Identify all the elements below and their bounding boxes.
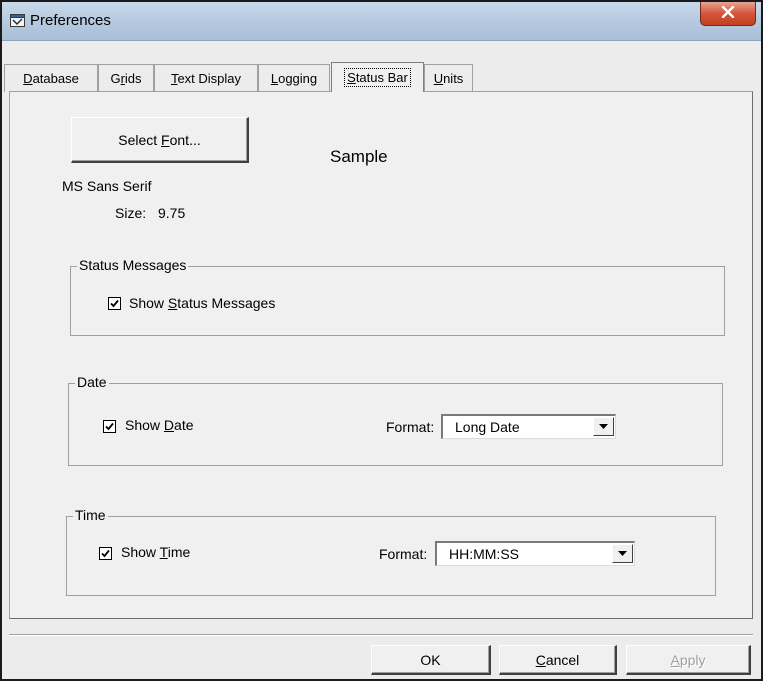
select-font-button[interactable]: Select Font... (71, 117, 249, 163)
font-size-label: Size: (115, 205, 147, 221)
tab-logging[interactable]: Logging (258, 64, 330, 92)
time-legend: Time (73, 507, 108, 523)
dropdown-arrow-icon[interactable] (593, 417, 614, 436)
time-format-dropdown[interactable]: HH:MM:SS (435, 541, 635, 566)
show-time-checkbox[interactable] (99, 547, 112, 560)
footer-separator (9, 634, 753, 636)
tab-text-display[interactable]: Text Display (154, 64, 258, 92)
show-time-label[interactable]: Show Time (121, 544, 190, 560)
show-date-checkbox[interactable] (103, 420, 116, 433)
font-name-label: MS Sans Serif (62, 178, 152, 194)
window-title: Preferences (30, 12, 111, 29)
dropdown-arrow-icon[interactable] (612, 544, 633, 563)
app-icon (10, 14, 25, 27)
font-sample-text: Sample (330, 147, 388, 166)
tab-units[interactable]: Units (424, 64, 473, 92)
tab-status-bar[interactable]: Status Bar (331, 62, 424, 92)
time-format-value: HH:MM:SS (449, 546, 519, 562)
date-format-label: Format: (386, 419, 435, 435)
date-group: Date Show Date Format: Long Date (68, 374, 723, 466)
font-size-value: 9.75 (158, 205, 186, 221)
date-legend: Date (75, 374, 109, 390)
status-messages-legend: Status Messages (77, 257, 189, 273)
show-status-messages-checkbox[interactable] (108, 297, 121, 310)
close-icon (721, 5, 735, 23)
status-messages-group: Status Messages Show Status Messages (70, 257, 725, 336)
tab-grids[interactable]: Grids (98, 64, 154, 92)
show-status-messages-label[interactable]: Show Status Messages (129, 295, 275, 311)
date-format-value: Long Date (455, 419, 520, 435)
title-bar[interactable]: Preferences (2, 2, 761, 41)
time-format-label: Format: (379, 546, 428, 562)
tab-database[interactable]: Database (4, 64, 98, 92)
close-button[interactable] (700, 2, 756, 26)
ok-button[interactable]: OK (371, 645, 491, 675)
cancel-button[interactable]: Cancel (499, 645, 617, 675)
preferences-window: Preferences Database Grids Text Display … (0, 0, 763, 681)
apply-button[interactable]: Apply (626, 645, 751, 675)
status-bar-tab-panel: Select Font... Sample MS Sans Serif Size… (9, 91, 753, 619)
time-group: Time Show Time Format: HH:MM:SS (66, 507, 716, 596)
date-format-dropdown[interactable]: Long Date (441, 414, 616, 439)
show-date-label[interactable]: Show Date (125, 417, 194, 433)
